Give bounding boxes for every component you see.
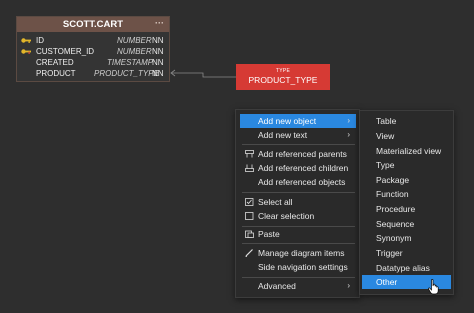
submenu-item-label: Materialized view bbox=[376, 146, 442, 156]
chevron-right-icon: › bbox=[347, 116, 350, 125]
menu-item-add-new-text[interactable]: Add new text › bbox=[240, 128, 356, 142]
hand-cursor-icon bbox=[428, 279, 439, 295]
menu-item-label: Add new object bbox=[258, 116, 317, 126]
submenu-item-materialized-view[interactable]: Materialized view bbox=[362, 144, 451, 158]
submenu-item-datatype-alias[interactable]: Datatype alias bbox=[362, 261, 451, 275]
checkbox-checked-icon bbox=[245, 198, 254, 206]
submenu-item-table[interactable]: Table bbox=[362, 114, 451, 128]
submenu-item-label: Sequence bbox=[376, 219, 415, 229]
submenu-item-label: Table bbox=[376, 116, 397, 126]
menu-divider bbox=[242, 243, 355, 244]
context-menu: Add new object › Add new text › Add refe… bbox=[235, 109, 360, 298]
submenu-item-type[interactable]: Type bbox=[362, 158, 451, 172]
chevron-right-icon: › bbox=[347, 130, 350, 139]
menu-item-advanced[interactable]: Advanced › bbox=[240, 279, 356, 293]
referenced-parents-icon bbox=[245, 150, 254, 158]
type-object-product-type[interactable]: TYPE PRODUCT_TYPE bbox=[236, 64, 330, 90]
submenu-item-label: View bbox=[376, 131, 395, 141]
submenu-item-procedure[interactable]: Procedure bbox=[362, 202, 451, 216]
menu-item-label: Select all bbox=[258, 197, 293, 207]
menu-item-side-navigation-settings[interactable]: Side navigation settings bbox=[240, 260, 356, 274]
menu-item-select-all[interactable]: Select all bbox=[240, 195, 356, 209]
submenu-item-sequence[interactable]: Sequence bbox=[362, 217, 451, 231]
menu-item-label: Manage diagram items bbox=[258, 248, 345, 258]
submenu-item-label: Procedure bbox=[376, 204, 416, 214]
submenu-item-label: Datatype alias bbox=[376, 263, 430, 273]
referenced-children-icon bbox=[245, 164, 254, 172]
menu-item-label: Advanced bbox=[258, 281, 296, 291]
submenu-item-label: Trigger bbox=[376, 248, 403, 258]
menu-item-add-referenced-children[interactable]: Add referenced children bbox=[240, 161, 356, 175]
menu-item-clear-selection[interactable]: Clear selection bbox=[240, 209, 356, 223]
chevron-right-icon: › bbox=[347, 281, 350, 290]
menu-divider bbox=[242, 277, 355, 278]
menu-item-label: Side navigation settings bbox=[258, 262, 348, 272]
checkbox-empty-icon bbox=[245, 212, 254, 220]
menu-item-add-referenced-parents[interactable]: Add referenced parents bbox=[240, 147, 356, 161]
menu-item-add-referenced-objects[interactable]: Add referenced objects bbox=[240, 175, 356, 189]
menu-item-label: Add referenced parents bbox=[258, 149, 347, 159]
menu-item-add-new-object[interactable]: Add new object › bbox=[240, 114, 356, 128]
pencil-icon bbox=[245, 249, 253, 257]
submenu-item-view[interactable]: View bbox=[362, 129, 451, 143]
submenu-item-synonym[interactable]: Synonym bbox=[362, 231, 451, 245]
submenu-item-label: Other bbox=[376, 277, 398, 287]
type-name: PRODUCT_TYPE bbox=[248, 75, 318, 85]
menu-item-manage-diagram-items[interactable]: Manage diagram items bbox=[240, 246, 356, 260]
submenu-item-function[interactable]: Function bbox=[362, 187, 451, 201]
menu-item-label: Add referenced children bbox=[258, 163, 349, 173]
submenu-item-label: Synonym bbox=[376, 233, 412, 243]
menu-divider bbox=[242, 192, 355, 193]
add-object-submenu: Table View Materialized view Type Packag… bbox=[359, 110, 454, 295]
submenu-item-trigger[interactable]: Trigger bbox=[362, 246, 451, 260]
menu-item-label: Paste bbox=[258, 229, 280, 239]
submenu-item-label: Type bbox=[376, 160, 395, 170]
menu-item-label: Add referenced objects bbox=[258, 177, 346, 187]
submenu-item-label: Function bbox=[376, 189, 409, 199]
menu-item-paste[interactable]: Paste bbox=[240, 227, 356, 241]
submenu-item-label: Package bbox=[376, 175, 410, 185]
menu-item-label: Add new text bbox=[258, 130, 308, 140]
type-caption: TYPE bbox=[275, 68, 291, 74]
submenu-item-package[interactable]: Package bbox=[362, 173, 451, 187]
menu-divider bbox=[242, 144, 355, 145]
paste-icon bbox=[245, 230, 254, 238]
menu-item-label: Clear selection bbox=[258, 211, 315, 221]
